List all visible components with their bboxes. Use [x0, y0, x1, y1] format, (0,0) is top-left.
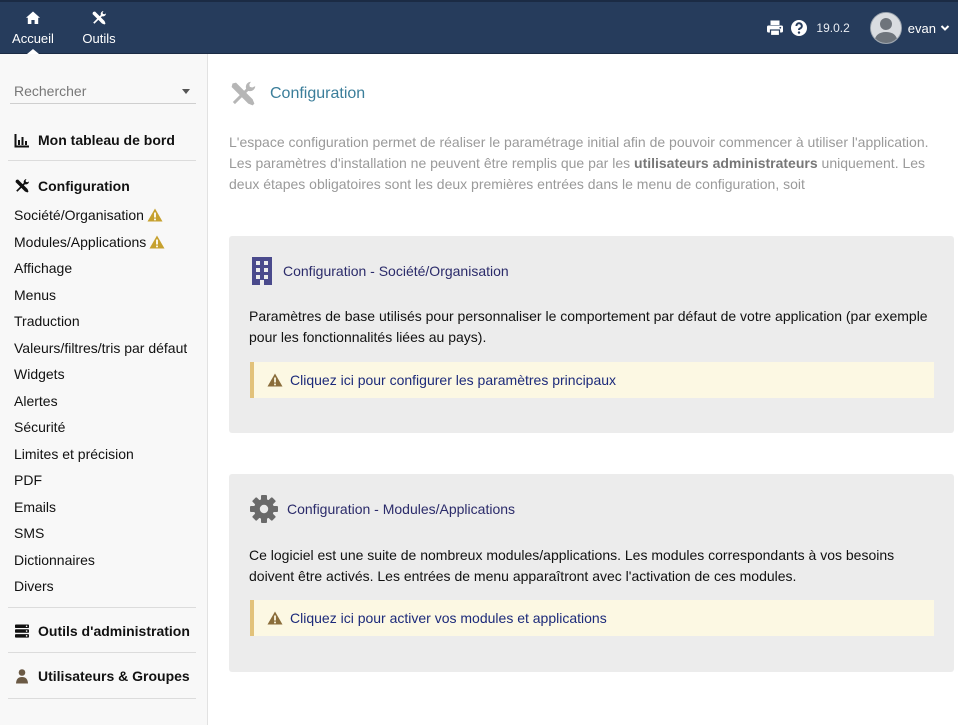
top-menu-tools[interactable]: Outils — [66, 2, 132, 54]
sidebar-divider — [8, 698, 196, 699]
tools-icon — [231, 81, 256, 106]
menu-item-label: Menus — [14, 286, 57, 303]
sidebar-item-dictionnaires[interactable]: Dictionnaires — [14, 547, 196, 574]
chart-bar-icon — [14, 134, 29, 148]
sidebar-item-securite[interactable]: Sécurité — [14, 414, 196, 441]
page-title: Configuration — [270, 85, 366, 102]
menu-item-label: Alertes — [14, 392, 58, 409]
top-menu-tools-label: Outils — [82, 31, 116, 46]
sidebar-divider — [8, 607, 196, 608]
sidebar-item-alertes[interactable]: Alertes — [14, 388, 196, 415]
main-content: Configuration L'espace configuration per… — [209, 54, 958, 725]
intro-text: L'espace configuration permet de réalise… — [229, 132, 954, 195]
sidebar-item-valeurs[interactable]: Valeurs/filtres/tris par défaut — [14, 335, 196, 362]
intro-text-bold: utilisateurs administrateurs — [634, 155, 818, 171]
menu-item-label: Sécurité — [14, 419, 66, 435]
card-societe-title-link[interactable]: Configuration - Société/Organisation — [283, 263, 509, 279]
sidebar-item-limites[interactable]: Limites et précision — [14, 441, 196, 468]
alert-configure-main[interactable]: Cliquez ici pour configurer les paramètr… — [250, 362, 934, 398]
tools-icon — [15, 179, 29, 193]
sidebar-users-groups-label: Utilisateurs & Groupes — [38, 668, 190, 684]
server-icon — [15, 624, 29, 638]
alert-activate-modules-link[interactable]: Cliquez ici pour activer vos modules et … — [290, 610, 607, 626]
chevron-down-icon[interactable] — [940, 23, 950, 33]
menu-item-label: Dictionnaires — [14, 551, 95, 568]
card-description: Ce logiciel est une suite de nombreux mo… — [249, 547, 895, 584]
warning-icon — [147, 208, 163, 222]
print-icon[interactable] — [766, 19, 784, 37]
menu-item-label: Limites et précision — [14, 445, 134, 462]
top-menu: Accueil Outils — [0, 2, 132, 54]
card-modules: Configuration - Modules/Applications Ce … — [229, 474, 954, 672]
menu-item-label: SMS — [14, 525, 45, 541]
warning-icon — [149, 235, 165, 249]
home-icon — [26, 11, 40, 24]
menu-item-label: Divers — [14, 578, 54, 594]
sidebar-item-widgets[interactable]: Widgets — [14, 361, 196, 388]
sidebar-item-affichage[interactable]: Affichage — [14, 255, 196, 282]
left-sidebar: Rechercher Mon tableau de bord Configura… — [0, 54, 208, 725]
search-placeholder: Rechercher — [14, 83, 87, 99]
configuration-menu: Société/Organisation Modules/Application… — [14, 202, 196, 600]
top-menu-home-label: Accueil — [12, 31, 54, 46]
card-header: Configuration - Société/Organisation — [249, 256, 509, 286]
alert-activate-modules[interactable]: Cliquez ici pour activer vos modules et … — [250, 600, 934, 636]
sidebar-block-admin-tools[interactable]: Outils d'administration — [8, 619, 196, 643]
alert-configure-main-link[interactable]: Cliquez ici pour configurer les paramètr… — [290, 372, 616, 388]
avatar[interactable] — [869, 12, 902, 44]
card-societe: Configuration - Société/Organisation Par… — [229, 236, 954, 433]
tools-icon — [92, 11, 106, 25]
card-modules-title-link[interactable]: Configuration - Modules/Applications — [287, 501, 515, 517]
menu-item-label: PDF — [14, 472, 42, 488]
sidebar-item-emails[interactable]: Emails — [14, 494, 196, 521]
help-icon[interactable] — [790, 19, 808, 37]
sidebar-configuration-label: Configuration — [38, 178, 130, 194]
card-header: Configuration - Modules/Applications — [249, 494, 515, 524]
user-icon — [16, 669, 28, 684]
sidebar-divider — [8, 652, 196, 653]
sidebar-item-societe[interactable]: Société/Organisation — [14, 202, 196, 229]
search-select[interactable]: Rechercher — [10, 80, 196, 104]
caret-down-icon — [182, 89, 190, 94]
menu-item-label: Valeurs/filtres/tris par défaut — [14, 339, 188, 356]
sidebar-block-dashboard[interactable]: Mon tableau de bord — [8, 128, 196, 152]
sidebar-item-divers[interactable]: Divers — [14, 573, 196, 600]
user-silhouette-icon — [870, 13, 901, 43]
top-bar: Accueil Outils 19.0.2 evan — [0, 0, 958, 54]
sidebar-admin-tools-label: Outils d'administration — [38, 623, 190, 639]
sidebar-item-modules[interactable]: Modules/Applications — [14, 229, 196, 256]
menu-item-label: Traduction — [14, 313, 80, 329]
warning-icon — [267, 611, 283, 625]
warning-icon — [267, 373, 283, 387]
page-header: Configuration — [229, 80, 365, 108]
sidebar-item-sms[interactable]: SMS — [14, 520, 196, 547]
building-icon — [252, 257, 272, 285]
card-description: Paramètres de base utilisés pour personn… — [249, 308, 928, 345]
gear-icon — [250, 495, 278, 523]
sidebar-item-traduction[interactable]: Traduction — [14, 308, 196, 335]
sidebar-dashboard-label: Mon tableau de bord — [38, 132, 175, 148]
top-right-area: 19.0.2 evan — [766, 2, 950, 54]
menu-item-label: Affichage — [14, 260, 73, 276]
sidebar-item-menus[interactable]: Menus — [14, 282, 196, 309]
username[interactable]: evan — [908, 21, 936, 36]
menu-item-label: Société/Organisation — [14, 207, 144, 223]
menu-item-label: Emails — [14, 498, 57, 515]
sidebar-block-users-groups[interactable]: Utilisateurs & Groupes — [8, 664, 196, 688]
menu-item-label: Widgets — [14, 366, 65, 382]
sidebar-divider — [8, 160, 196, 161]
sidebar-item-pdf[interactable]: PDF — [14, 467, 196, 494]
sidebar-block-configuration[interactable]: Configuration — [8, 174, 196, 198]
menu-item-label: Modules/Applications — [14, 233, 147, 250]
top-menu-home[interactable]: Accueil — [0, 2, 66, 54]
version-label: 19.0.2 — [816, 21, 850, 35]
